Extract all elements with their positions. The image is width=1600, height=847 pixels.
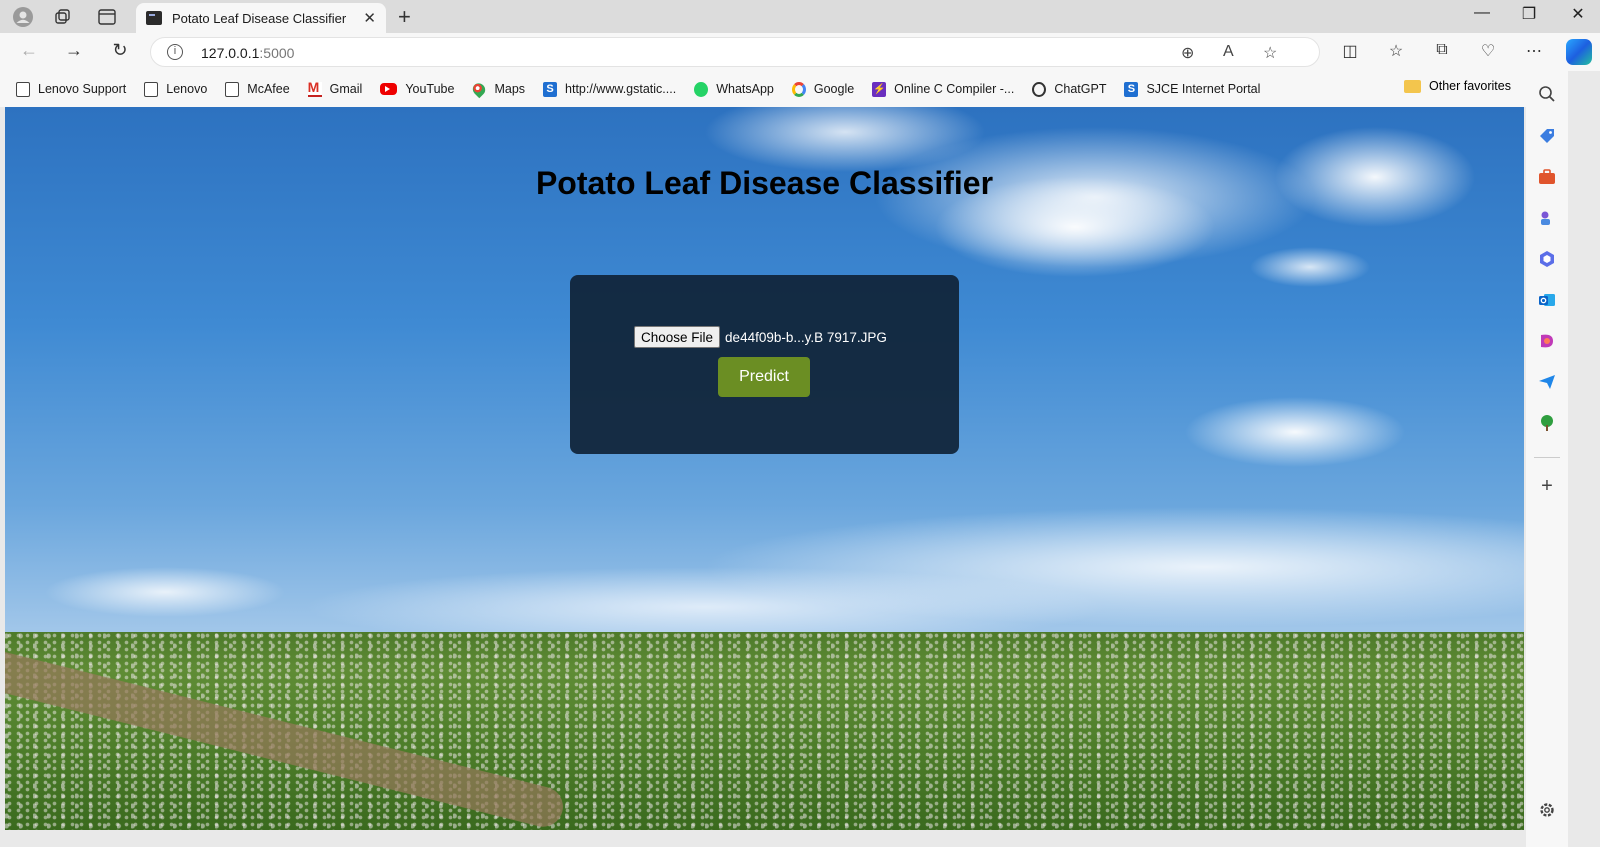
read-aloud-icon[interactable]: A [1223, 43, 1234, 61]
outlook-icon[interactable] [1537, 290, 1557, 310]
bookmark-label: YouTube [405, 82, 455, 96]
upload-card: Choose File de44f09b-b...y.B 7917.JPG Pr… [570, 275, 959, 454]
bookmark-mcafee[interactable]: McAfee [225, 81, 290, 97]
search-icon[interactable] [1537, 84, 1557, 104]
tree-icon[interactable] [1537, 413, 1557, 433]
page-icon [16, 81, 30, 97]
bookmark-label: Online C Compiler -... [894, 82, 1015, 96]
maps-icon [470, 80, 489, 98]
terminal-icon [146, 11, 162, 25]
bookmark-lenovo[interactable]: Lenovo [144, 81, 208, 97]
bookmarks-bar: Lenovo Support Lenovo McAfee Gmail YouTu… [0, 71, 1560, 107]
add-icon[interactable]: + [1537, 475, 1557, 497]
file-input[interactable]: Choose File de44f09b-b...y.B 7917.JPG [634, 326, 887, 348]
edge-sidebar: + [1526, 71, 1568, 847]
bookmark-gstatic[interactable]: Shttp://www.gstatic.... [543, 81, 677, 97]
workspaces-icon[interactable] [52, 6, 74, 28]
gmail-icon [307, 79, 322, 97]
info-icon[interactable]: i [167, 44, 183, 60]
bookmark-online-c-compiler[interactable]: ⚡ Online C Compiler -... [872, 81, 1015, 97]
zoom-icon[interactable]: ⊕ [1181, 43, 1194, 63]
bookmark-youtube[interactable]: YouTube [380, 82, 454, 96]
youtube-icon [380, 83, 398, 95]
bookmark-lenovo-support[interactable]: Lenovo Support [16, 81, 127, 97]
bookmark-maps[interactable]: Maps [470, 80, 526, 98]
bookmark-label: WhatsApp [716, 82, 774, 96]
tab-title: Potato Leaf Disease Classifier [172, 10, 347, 26]
bookmark-label: Lenovo Support [38, 82, 127, 96]
tools-icon[interactable] [1537, 167, 1557, 187]
bookmark-label: ChatGPT [1054, 82, 1107, 96]
page-viewport: Potato Leaf Disease Classifier Choose Fi… [5, 107, 1524, 830]
copilot-icon[interactable] [1566, 39, 1592, 65]
restore-icon[interactable]: ❐ [1509, 4, 1549, 24]
google-icon [791, 81, 806, 97]
send-icon[interactable] [1537, 372, 1557, 392]
page-icon [225, 81, 240, 97]
microsoft-365-icon[interactable] [1537, 249, 1557, 269]
more-options-icon[interactable]: ⋯ [1522, 41, 1546, 61]
forward-icon[interactable]: → [62, 40, 86, 61]
profile-icon[interactable] [12, 6, 34, 28]
window-close-icon[interactable]: ✕ [1558, 4, 1598, 24]
bookmark-label: Lenovo [166, 82, 208, 96]
url-port: :5000 [259, 45, 295, 61]
games-icon[interactable] [1537, 208, 1557, 228]
url-text[interactable]: 127.0.0.1:5000 [201, 45, 294, 61]
settings-icon[interactable] [1537, 800, 1557, 820]
toolbar: ← → ↻ i 127.0.0.1:5000 ⊕ A ☆ ◫ ☆ ⧉ ♡ ⋯ [0, 33, 1600, 71]
predict-button[interactable]: Predict [718, 357, 810, 397]
tab-strip: Potato Leaf Disease Classifier ✕ + — ❐ ✕ [0, 0, 1600, 33]
page-title: Potato Leaf Disease Classifier [535, 165, 994, 201]
split-screen-icon[interactable]: ◫ [1338, 41, 1362, 61]
whatsapp-icon [694, 81, 709, 97]
url-host: 127.0.0.1 [201, 45, 260, 61]
bookmark-google[interactable]: Google [791, 81, 855, 97]
folder-icon [1404, 79, 1421, 93]
bookmark-label: McAfee [247, 82, 290, 96]
back-icon[interactable]: ← [17, 40, 41, 61]
sidebar-divider [1534, 457, 1560, 458]
bookmark-label: Gmail [329, 82, 363, 96]
new-tab-icon[interactable]: + [398, 4, 411, 30]
active-tab[interactable]: Potato Leaf Disease Classifier ✕ [136, 3, 386, 33]
choose-file-button[interactable]: Choose File [634, 326, 721, 348]
bookmark-label: SJCE Internet Portal [1146, 82, 1261, 96]
favorite-star-icon[interactable]: ☆ [1263, 43, 1277, 63]
shopping-tag-icon[interactable] [1537, 126, 1557, 146]
bookmark-gmail[interactable]: Gmail [307, 79, 363, 97]
s-icon: S [1124, 81, 1139, 97]
address-bar[interactable]: i 127.0.0.1:5000 ⊕ A ☆ [150, 37, 1320, 67]
other-favorites-label: Other favorites [1429, 79, 1511, 93]
selected-file-name: de44f09b-b...y.B 7917.JPG [725, 329, 887, 345]
collections-icon[interactable]: ⧉ [1430, 41, 1454, 59]
bookmark-label: Maps [494, 82, 526, 96]
designer-icon[interactable] [1537, 331, 1557, 351]
browser-essentials-icon[interactable]: ♡ [1476, 41, 1500, 61]
s-icon: S [543, 81, 558, 97]
other-favorites[interactable]: Other favorites [1404, 79, 1511, 93]
close-icon[interactable]: ✕ [363, 9, 376, 27]
favorites-icon[interactable]: ☆ [1384, 41, 1408, 61]
bookmark-chatgpt[interactable]: ChatGPT [1032, 81, 1107, 97]
minimize-icon[interactable]: — [1462, 4, 1502, 22]
compiler-icon: ⚡ [872, 81, 887, 97]
bookmark-label: Google [813, 82, 855, 96]
bookmark-whatsapp[interactable]: WhatsApp [694, 81, 774, 97]
bookmark-sjce-portal[interactable]: S SJCE Internet Portal [1124, 81, 1261, 97]
page-icon [144, 81, 159, 97]
vertical-tabs-icon[interactable] [96, 6, 118, 28]
refresh-icon[interactable]: ↻ [108, 40, 132, 61]
chatgpt-icon [1032, 81, 1047, 97]
bookmark-label: http://www.gstatic.... [565, 82, 677, 96]
